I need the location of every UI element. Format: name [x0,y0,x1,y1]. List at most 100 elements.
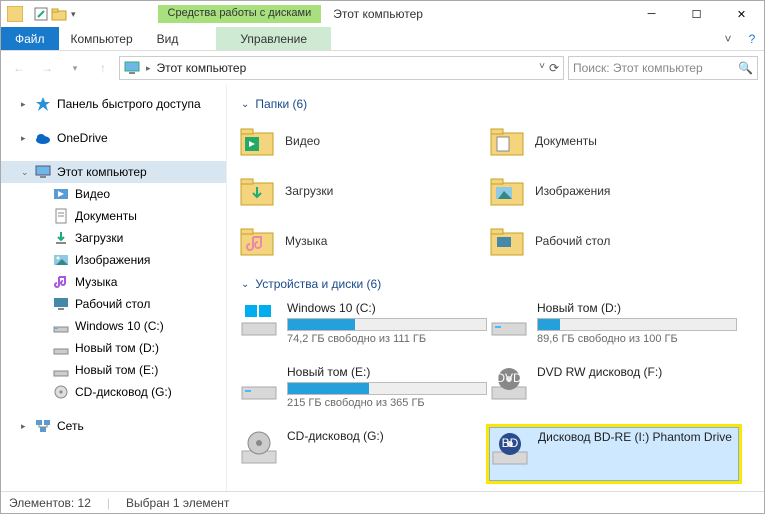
svg-text:DVD: DVD [496,371,522,385]
breadcrumb[interactable]: Этот компьютер [157,61,247,75]
nav-label: Windows 10 (C:) [75,319,164,333]
nav-this-pc[interactable]: ⌄ Этот компьютер [1,161,226,183]
folder-documents[interactable]: Документы [489,119,739,163]
cd-drive-icon [241,429,277,465]
ribbon-expand-icon[interactable]: ˅ [716,27,740,50]
refresh-icon[interactable]: ⟳ [549,61,559,75]
folder-desktop[interactable]: Рабочий стол [489,219,739,263]
document-icon [53,208,69,224]
folder-documents-icon [489,123,525,159]
nav-label: Изображения [75,253,150,267]
nav-desktop[interactable]: Рабочий стол [1,293,226,315]
drive-i-bdre-phantom[interactable]: BD Дисковод BD-RE (I:) Phantom Drive [489,427,739,481]
monitor-icon [35,164,51,180]
drive-icon [53,318,69,334]
group-folders-header[interactable]: ⌄ Папки (6) [237,97,754,111]
folder-music[interactable]: Музыка [239,219,489,263]
nav-label: Рабочий стол [75,297,150,311]
forward-button[interactable]: → [35,56,59,80]
video-icon [53,186,69,202]
nav-onedrive[interactable]: ▸ OneDrive [1,127,226,149]
folder-label: Видео [285,134,320,148]
status-item-count: Элементов: 12 [9,496,91,510]
up-button[interactable]: ↑ [91,56,115,80]
bd-drive-icon: BD [492,430,528,466]
address-bar[interactable]: ▸ Этот компьютер ˅ ⟳ [119,56,564,80]
optical-drive-icon [53,384,69,400]
nav-pictures[interactable]: Изображения [1,249,226,271]
nav-documents[interactable]: Документы [1,205,226,227]
chevron-right-icon[interactable]: ▸ [21,421,29,432]
capacity-bar [537,318,737,331]
picture-icon [53,252,69,268]
app-icon [7,6,23,22]
window-title: Этот компьютер [333,7,423,21]
quick-access-toolbar: ▾ [1,6,78,22]
nav-network[interactable]: ▸ Сеть [1,415,226,437]
capacity-fill [288,383,369,394]
minimize-button[interactable]: ─ [629,1,674,27]
drive-name: Новый том (E:) [287,365,487,379]
computer-tab[interactable]: Компьютер [59,27,145,50]
search-input[interactable]: Поиск: Этот компьютер 🔍 [568,56,758,80]
chevron-down-icon: ⌄ [241,99,249,110]
this-pc-icon [124,60,140,76]
file-tab[interactable]: Файл [1,27,59,50]
nav-label: Музыка [75,275,117,289]
manage-tab[interactable]: Управление [216,27,331,50]
network-icon [35,418,51,434]
folder-videos[interactable]: Видео [239,119,489,163]
chevron-down-icon[interactable]: ⌄ [21,167,29,178]
folder-pictures[interactable]: Изображения [489,169,739,213]
help-icon[interactable]: ? [740,27,764,50]
nav-drive-e[interactable]: Новый том (E:) [1,359,226,381]
view-tab[interactable]: Вид [145,27,191,50]
close-button[interactable]: ✕ [719,1,764,27]
drive-e[interactable]: Новый том (E:) 215 ГБ свободно из 365 ГБ [239,363,489,417]
nav-label: Видео [75,187,110,201]
nav-label: Новый том (E:) [75,363,158,377]
back-button[interactable]: ← [7,56,31,80]
drive-c[interactable]: Windows 10 (C:) 74,2 ГБ свободно из 111 … [239,299,489,353]
nav-videos[interactable]: Видео [1,183,226,205]
contextual-tab-label: Средства работы с дисками [158,5,322,23]
drive-g-cd[interactable]: CD-дисковод (G:) [239,427,489,481]
folder-video-icon [239,123,275,159]
desktop-icon [53,296,69,312]
drive-windows-icon [241,301,277,337]
chevron-down-icon: ⌄ [241,279,249,290]
nav-drive-d[interactable]: Новый том (D:) [1,337,226,359]
properties-icon[interactable] [33,6,49,22]
nav-label: Панель быстрого доступа [57,97,201,111]
download-icon [53,230,69,246]
nav-label: Загрузки [75,231,123,245]
nav-drive-c[interactable]: Windows 10 (C:) [1,315,226,337]
breadcrumb-separator[interactable]: ▸ [146,63,151,74]
nav-cd-g[interactable]: CD-дисковод (G:) [1,381,226,403]
capacity-bar [287,318,487,331]
drive-f-dvd[interactable]: DVD DVD RW дисковод (F:) [489,363,739,417]
new-folder-icon[interactable] [51,6,67,22]
nav-downloads[interactable]: Загрузки [1,227,226,249]
capacity-bar [287,382,487,395]
search-placeholder: Поиск: Этот компьютер [573,61,703,75]
nav-quick-access[interactable]: ▸ Панель быстрого доступа [1,93,226,115]
folder-label: Загрузки [285,184,333,198]
drive-name: CD-дисковод (G:) [287,429,487,443]
nav-music[interactable]: Музыка [1,271,226,293]
chevron-right-icon[interactable]: ▸ [21,133,29,144]
recent-locations-icon[interactable]: ▾ [63,56,87,80]
qat-dropdown-icon[interactable]: ▾ [69,9,78,20]
address-dropdown-icon[interactable]: ˅ [539,61,545,75]
drive-name: DVD RW дисковод (F:) [537,365,737,379]
capacity-fill [538,319,560,330]
drive-d[interactable]: Новый том (D:) 89,6 ГБ свободно из 100 Г… [489,299,739,353]
drive-free: 89,6 ГБ свободно из 100 ГБ [537,333,737,345]
nav-label: Документы [75,209,137,223]
maximize-button[interactable]: ☐ [674,1,719,27]
folder-label: Музыка [285,234,327,248]
folder-downloads[interactable]: Загрузки [239,169,489,213]
group-devices-header[interactable]: ⌄ Устройства и диски (6) [237,277,754,291]
chevron-right-icon[interactable]: ▸ [21,99,29,110]
address-bar-row: ← → ▾ ↑ ▸ Этот компьютер ˅ ⟳ Поиск: Этот… [1,51,764,85]
